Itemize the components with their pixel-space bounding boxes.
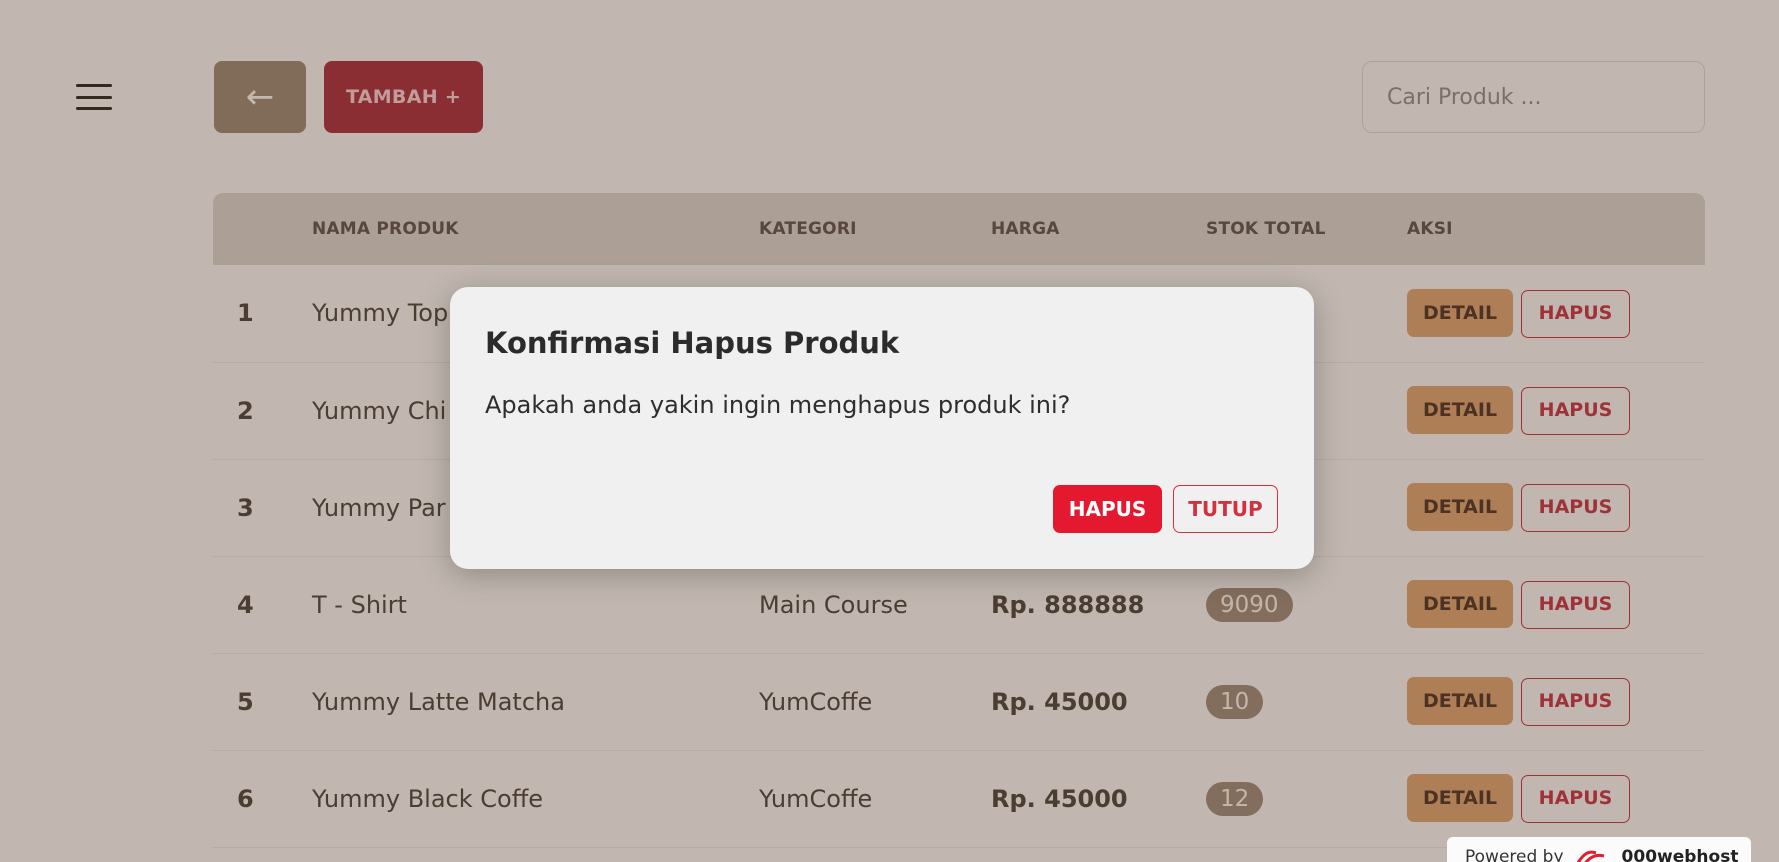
modal-message: Apakah anda yakin ingin menghapus produk… — [485, 391, 1071, 419]
webhost-logo-icon — [1576, 850, 1604, 862]
page: ← TAMBAH + NAMA PRODUK KATEGORI HARGA ST… — [0, 0, 1779, 862]
powered-by-text: Powered by — [1465, 847, 1564, 862]
host-name: 000webhost — [1621, 847, 1739, 862]
close-modal-button[interactable]: TUTUP — [1173, 485, 1278, 533]
delete-confirm-modal: Konfirmasi Hapus Produk Apakah anda yaki… — [450, 287, 1314, 569]
modal-title: Konfirmasi Hapus Produk — [485, 326, 900, 360]
confirm-delete-button[interactable]: HAPUS — [1053, 485, 1162, 533]
powered-by-badge[interactable]: Powered by 000webhost — [1447, 837, 1751, 862]
